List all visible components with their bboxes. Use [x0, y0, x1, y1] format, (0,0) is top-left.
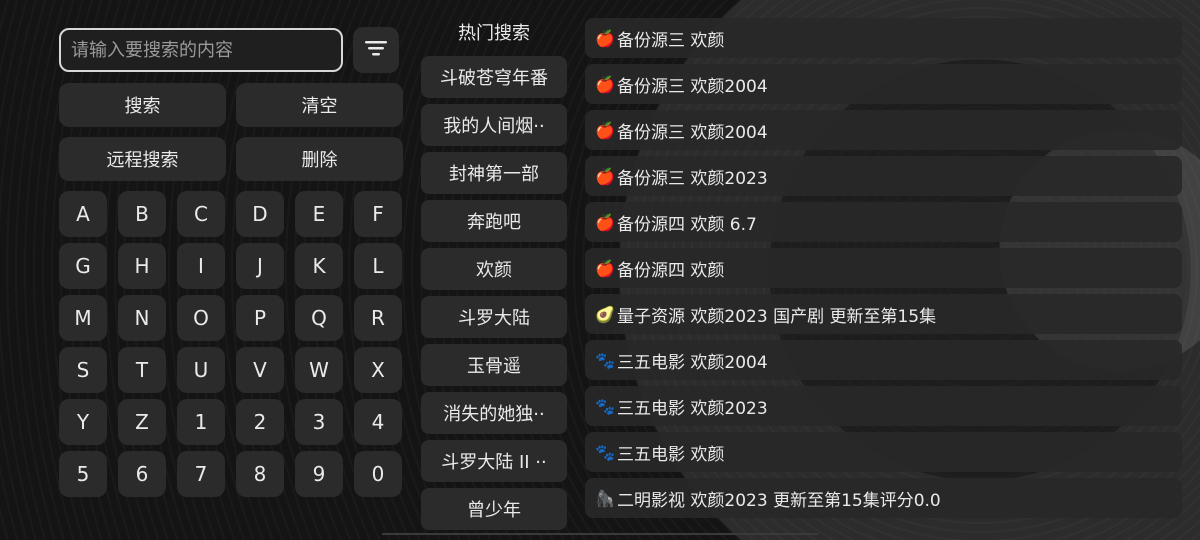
- result-text: 量子资源 欢颜2023 国产剧 更新至第15集: [617, 306, 937, 327]
- result-row[interactable]: 🍎 备份源三 欢颜2023: [585, 156, 1182, 196]
- results-list: 🍎 备份源三 欢颜 🍎 备份源三 欢颜2004 🍎 备份源三 欢颜2004 🍎 …: [585, 18, 1182, 518]
- result-text: 备份源三 欢颜2004: [617, 76, 768, 97]
- result-text: 备份源四 欢颜: [617, 260, 725, 281]
- key-v[interactable]: V: [236, 347, 284, 393]
- left-panel: 搜索 清空 远程搜索 删除 A B C D E F G H I J K L M …: [59, 27, 403, 497]
- key-y[interactable]: Y: [59, 399, 107, 445]
- hot-search-list: 斗破苍穹年番 我的人间烟·· 封神第一部 奔跑吧 欢颜 斗罗大陆 玉骨遥 消失的…: [421, 56, 567, 530]
- apple-icon: 🍎: [595, 120, 615, 140]
- paw-icon: 🐾: [595, 396, 615, 416]
- key-1[interactable]: 1: [177, 399, 225, 445]
- hot-search-title: 热门搜索: [458, 23, 530, 44]
- action-buttons: 搜索 清空 远程搜索 删除: [59, 83, 403, 181]
- key-4[interactable]: 4: [354, 399, 402, 445]
- bottom-divider: [382, 533, 818, 535]
- filter-icon: [362, 34, 390, 66]
- result-text: 三五电影 欢颜2004: [617, 352, 768, 373]
- result-row[interactable]: 🐾 三五电影 欢颜2004: [585, 340, 1182, 380]
- result-row[interactable]: 🍎 备份源三 欢颜: [585, 18, 1182, 58]
- hot-search-item[interactable]: 玉骨遥: [421, 344, 567, 386]
- key-9[interactable]: 9: [295, 451, 343, 497]
- result-row[interactable]: 🥑 量子资源 欢颜2023 国产剧 更新至第15集: [585, 294, 1182, 334]
- apple-icon: 🍎: [595, 28, 615, 48]
- hot-search-panel: 热门搜索 斗破苍穹年番 我的人间烟·· 封神第一部 奔跑吧 欢颜 斗罗大陆 玉骨…: [421, 14, 567, 540]
- paw-icon: 🐾: [595, 350, 615, 370]
- result-text: 备份源三 欢颜2023: [617, 168, 768, 189]
- apple-icon: 🍎: [595, 166, 615, 186]
- hot-search-item[interactable]: 斗破苍穹年番: [421, 56, 567, 98]
- hot-search-item[interactable]: 封神第一部: [421, 152, 567, 194]
- result-text: 三五电影 欢颜2023: [617, 398, 768, 419]
- key-8[interactable]: 8: [236, 451, 284, 497]
- apple-icon: 🍎: [595, 212, 615, 232]
- result-text: 备份源四 欢颜 6.7: [617, 214, 757, 235]
- key-o[interactable]: O: [177, 295, 225, 341]
- hot-search-item[interactable]: 斗罗大陆: [421, 296, 567, 338]
- result-text: 三五电影 欢颜: [617, 444, 725, 465]
- result-row[interactable]: 🍎 备份源四 欢颜 6.7: [585, 202, 1182, 242]
- key-s[interactable]: S: [59, 347, 107, 393]
- hot-search-item[interactable]: 斗罗大陆 II ··: [421, 440, 567, 482]
- key-z[interactable]: Z: [118, 399, 166, 445]
- hot-search-item[interactable]: 消失的她独··: [421, 392, 567, 434]
- key-w[interactable]: W: [295, 347, 343, 393]
- key-j[interactable]: J: [236, 243, 284, 289]
- key-t[interactable]: T: [118, 347, 166, 393]
- hot-search-item[interactable]: 我的人间烟··: [421, 104, 567, 146]
- key-h[interactable]: H: [118, 243, 166, 289]
- key-c[interactable]: C: [177, 191, 225, 237]
- key-p[interactable]: P: [236, 295, 284, 341]
- key-u[interactable]: U: [177, 347, 225, 393]
- result-row[interactable]: 🦍 二明影视 欢颜2023 更新至第15集评分0.0: [585, 478, 1182, 518]
- key-r[interactable]: R: [354, 295, 402, 341]
- key-g[interactable]: G: [59, 243, 107, 289]
- key-x[interactable]: X: [354, 347, 402, 393]
- key-6[interactable]: 6: [118, 451, 166, 497]
- apple-icon: 🍎: [595, 258, 615, 278]
- key-a[interactable]: A: [59, 191, 107, 237]
- hot-search-item[interactable]: 奔跑吧: [421, 200, 567, 242]
- keypad: A B C D E F G H I J K L M N O P Q R S T …: [59, 191, 403, 497]
- key-0[interactable]: 0: [354, 451, 402, 497]
- key-3[interactable]: 3: [295, 399, 343, 445]
- result-row[interactable]: 🐾 三五电影 欢颜2023: [585, 386, 1182, 426]
- result-row[interactable]: 🐾 三五电影 欢颜: [585, 432, 1182, 472]
- avocado-icon: 🥑: [595, 304, 615, 324]
- results-panel: 🍎 备份源三 欢颜 🍎 备份源三 欢颜2004 🍎 备份源三 欢颜2004 🍎 …: [585, 18, 1182, 530]
- key-d[interactable]: D: [236, 191, 284, 237]
- key-n[interactable]: N: [118, 295, 166, 341]
- gorilla-icon: 🦍: [595, 488, 615, 508]
- key-2[interactable]: 2: [236, 399, 284, 445]
- search-input[interactable]: [59, 28, 343, 72]
- key-b[interactable]: B: [118, 191, 166, 237]
- search-button[interactable]: 搜索: [59, 83, 226, 127]
- result-text: 备份源三 欢颜2004: [617, 122, 768, 143]
- result-text: 二明影视 欢颜2023 更新至第15集评分0.0: [617, 490, 941, 511]
- key-e[interactable]: E: [295, 191, 343, 237]
- key-q[interactable]: Q: [295, 295, 343, 341]
- key-m[interactable]: M: [59, 295, 107, 341]
- hot-search-item[interactable]: 欢颜: [421, 248, 567, 290]
- delete-button[interactable]: 删除: [236, 137, 403, 181]
- result-row[interactable]: 🍎 备份源三 欢颜2004: [585, 110, 1182, 150]
- search-row: [59, 27, 403, 73]
- key-7[interactable]: 7: [177, 451, 225, 497]
- result-row[interactable]: 🍎 备份源四 欢颜: [585, 248, 1182, 288]
- key-k[interactable]: K: [295, 243, 343, 289]
- clear-button[interactable]: 清空: [236, 83, 403, 127]
- filter-button[interactable]: [353, 27, 399, 73]
- result-text: 备份源三 欢颜: [617, 30, 725, 51]
- paw-icon: 🐾: [595, 442, 615, 462]
- key-f[interactable]: F: [354, 191, 402, 237]
- result-row[interactable]: 🍎 备份源三 欢颜2004: [585, 64, 1182, 104]
- apple-icon: 🍎: [595, 74, 615, 94]
- remote-search-button[interactable]: 远程搜索: [59, 137, 226, 181]
- key-l[interactable]: L: [354, 243, 402, 289]
- key-5[interactable]: 5: [59, 451, 107, 497]
- hot-search-item[interactable]: 曾少年: [421, 488, 567, 530]
- key-i[interactable]: I: [177, 243, 225, 289]
